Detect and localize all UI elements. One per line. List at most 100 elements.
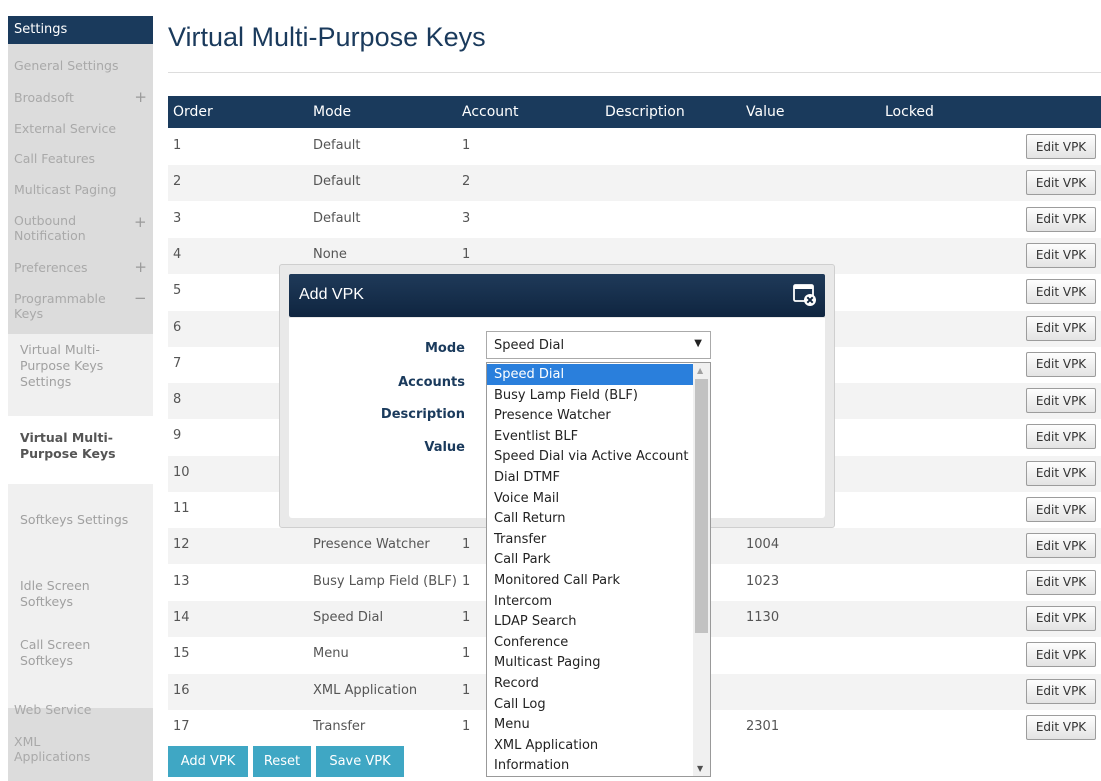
mode-select[interactable]: Speed Dial ▼ [486, 331, 711, 359]
dropdown-option[interactable]: Call Park [487, 549, 694, 570]
sidebar-item-outbound-notification[interactable]: Outbound Notification [8, 213, 118, 243]
edit-vpk-button[interactable]: Edit VPK [1026, 315, 1096, 341]
cell-order: 10 [173, 464, 190, 480]
collapse-icon[interactable]: − [134, 289, 147, 307]
expand-icon[interactable]: + [134, 90, 147, 105]
sidebar-item-label: Broadsoft [14, 90, 74, 105]
sidebar-title: Settings [8, 16, 153, 44]
chevron-down-icon: ▼ [694, 338, 702, 349]
dropdown-option[interactable]: Menu [487, 714, 694, 735]
edit-vpk-button[interactable]: Edit VPK [1026, 605, 1096, 631]
dropdown-option[interactable]: Transfer [487, 529, 694, 550]
sidebar-item-preferences[interactable]: Preferences + [8, 260, 153, 276]
dropdown-option[interactable]: Call Return [487, 508, 694, 529]
cell-order: 4 [173, 246, 182, 262]
table-row: 2 Default 2 Edit VPK [168, 165, 1101, 202]
value-label: Value [424, 440, 465, 455]
dropdown-option[interactable]: Information [487, 755, 694, 776]
expand-icon[interactable]: + [134, 213, 147, 231]
edit-vpk-button[interactable]: Edit VPK [1026, 642, 1096, 668]
sidebar-item-broadsoft[interactable]: Broadsoft + [8, 90, 153, 106]
edit-vpk-button[interactable]: Edit VPK [1026, 714, 1096, 740]
dropdown-option[interactable]: Presence Watcher [487, 405, 694, 426]
sidebar-item-general[interactable]: General Settings [8, 58, 153, 73]
sidebar-item-multicast-paging[interactable]: Multicast Paging [8, 182, 153, 197]
cell-order: 8 [173, 392, 182, 408]
edit-vpk-button[interactable]: Edit VPK [1026, 569, 1096, 595]
edit-vpk-button[interactable]: Edit VPK [1026, 206, 1096, 232]
col-header-order: Order [173, 104, 213, 120]
dropdown-option[interactable]: XML Application [487, 735, 694, 756]
reset-button[interactable]: Reset [253, 746, 311, 777]
cell-account: 3 [462, 210, 471, 226]
dropdown-option[interactable]: Multicast Paging [487, 652, 694, 673]
cell-account: 1 [462, 573, 471, 589]
dropdown-option[interactable]: Speed Dial via Active Account [487, 446, 694, 467]
dropdown-option[interactable]: Voice Mail [487, 488, 694, 509]
edit-vpk-button[interactable]: Edit VPK [1026, 424, 1096, 450]
dropdown-option[interactable]: Record [487, 673, 694, 694]
sidebar-subitem-softkeys-settings[interactable]: Softkeys Settings [20, 512, 145, 528]
scroll-up-icon[interactable]: ▲ [697, 366, 703, 375]
dropdown-option[interactable]: Dial DTMF [487, 467, 694, 488]
dropdown-scrollbar[interactable]: ▲ ▼ [693, 363, 710, 776]
cell-mode: Busy Lamp Field (BLF) [313, 573, 457, 589]
cell-mode: Menu [313, 646, 349, 662]
edit-vpk-button[interactable]: Edit VPK [1026, 388, 1096, 414]
edit-vpk-button[interactable]: Edit VPK [1026, 460, 1096, 486]
cell-order: 15 [173, 646, 190, 662]
sidebar-item-label: XML Applications [14, 734, 91, 764]
cell-mode: Transfer [313, 718, 366, 734]
edit-vpk-button[interactable]: Edit VPK [1026, 134, 1096, 159]
expand-icon[interactable]: + [134, 260, 147, 275]
window-close-icon[interactable] [793, 283, 817, 307]
dropdown-option[interactable]: Speed Dial [487, 364, 694, 385]
edit-vpk-button[interactable]: Edit VPK [1026, 279, 1096, 305]
sidebar-item-xml-applications[interactable]: XML Applications [8, 734, 108, 764]
scroll-down-icon[interactable]: ▼ [697, 764, 703, 773]
sidebar-item-label: Web Service [14, 702, 92, 717]
sidebar-subitem-vmpk-settings[interactable]: Virtual Multi-Purpose Keys Settings [20, 342, 145, 390]
cell-mode: Speed Dial [313, 609, 384, 625]
edit-vpk-button[interactable]: Edit VPK [1026, 497, 1096, 522]
sidebar-item-call-features[interactable]: Call Features [8, 151, 153, 166]
sidebar-item-web-service[interactable]: Web Service [8, 702, 153, 717]
scrollbar-thumb[interactable] [695, 379, 708, 633]
dropdown-option[interactable]: Eventlist BLF [487, 426, 694, 447]
edit-vpk-button[interactable]: Edit VPK [1026, 533, 1096, 559]
dropdown-option[interactable]: Busy Lamp Field (BLF) [487, 385, 694, 406]
dropdown-option[interactable]: Conference [487, 632, 694, 653]
cell-order: 6 [173, 319, 182, 335]
col-header-description: Description [605, 104, 685, 120]
edit-vpk-button[interactable]: Edit VPK [1026, 170, 1096, 196]
sidebar-subitem-call-screen-softkeys[interactable]: Call Screen Softkeys [20, 637, 145, 669]
add-vpk-button[interactable]: Add VPK [168, 746, 248, 777]
edit-vpk-button[interactable]: Edit VPK [1026, 351, 1096, 377]
cell-order: 14 [173, 609, 190, 625]
sidebar-subitem-idle-screen-softkeys[interactable]: Idle Screen Softkeys [20, 578, 145, 610]
dropdown-option[interactable]: Intercom [487, 591, 694, 612]
dropdown-option[interactable]: LDAP Search [487, 611, 694, 632]
table-row: 1 Default 1 Edit VPK [168, 129, 1101, 165]
sidebar-item-programmable-keys[interactable]: Programmable Keys [8, 291, 118, 321]
page-root: Settings General Settings Broadsoft + Ext… [0, 0, 1101, 781]
sidebar-item-external-service[interactable]: External Service [8, 121, 153, 136]
sidebar: Settings General Settings Broadsoft + Ext… [8, 16, 153, 781]
save-vpk-button[interactable]: Save VPK [316, 746, 404, 777]
cell-mode: XML Application [313, 682, 418, 698]
mode-label: Mode [425, 341, 465, 356]
dialog-title: Add VPK [299, 286, 364, 303]
edit-vpk-button[interactable]: Edit VPK [1026, 242, 1096, 268]
dropdown-option[interactable]: Monitored Call Park [487, 570, 694, 591]
cell-value: 1130 [746, 609, 780, 625]
sidebar-item-label: Multicast Paging [14, 182, 117, 197]
dialog-header: Add VPK [289, 274, 825, 317]
edit-vpk-button[interactable]: Edit VPK [1026, 678, 1096, 704]
cell-account: 1 [462, 537, 471, 553]
sidebar-subitem-vmpk[interactable]: Virtual Multi-Purpose Keys [20, 430, 145, 462]
dropdown-option[interactable]: Call Log [487, 694, 694, 715]
cell-order: 9 [173, 428, 182, 444]
mode-dropdown-list[interactable]: Speed Dial Busy Lamp Field (BLF) Presence … [486, 362, 711, 777]
cell-order: 3 [173, 210, 182, 226]
cell-value: 2301 [746, 718, 780, 734]
